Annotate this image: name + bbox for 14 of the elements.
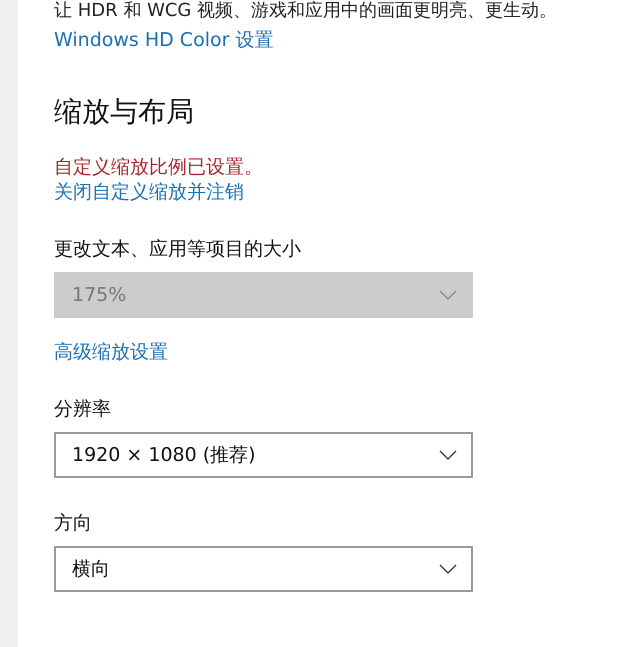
hd-color-settings-link[interactable]: Windows HD Color 设置 (54, 28, 274, 52)
signout-link[interactable]: 关闭自定义缩放并注销 (54, 180, 244, 204)
warning-text: 自定义缩放比例已设置。 (54, 155, 263, 180)
chevron-down-icon (439, 450, 457, 460)
field-label: 方向 (54, 511, 92, 536)
field-label: 分辨率 (54, 397, 111, 422)
advanced-scaling-link[interactable]: 高级缩放设置 (54, 340, 168, 364)
field-label: 更改文本、应用等项目的大小 (54, 237, 301, 262)
dropdown[interactable]: 横向 (54, 546, 473, 592)
chevron-down-icon (439, 564, 457, 574)
hdr-description: 让 HDR 和 WCG 视频、游戏和应用中的画面更明亮、更生动。 (54, 0, 558, 22)
section-heading: 缩放与布局 (54, 94, 194, 130)
dropdown[interactable]: 1920 × 1080 (推荐) (54, 432, 473, 478)
chevron-down-icon (439, 290, 457, 300)
